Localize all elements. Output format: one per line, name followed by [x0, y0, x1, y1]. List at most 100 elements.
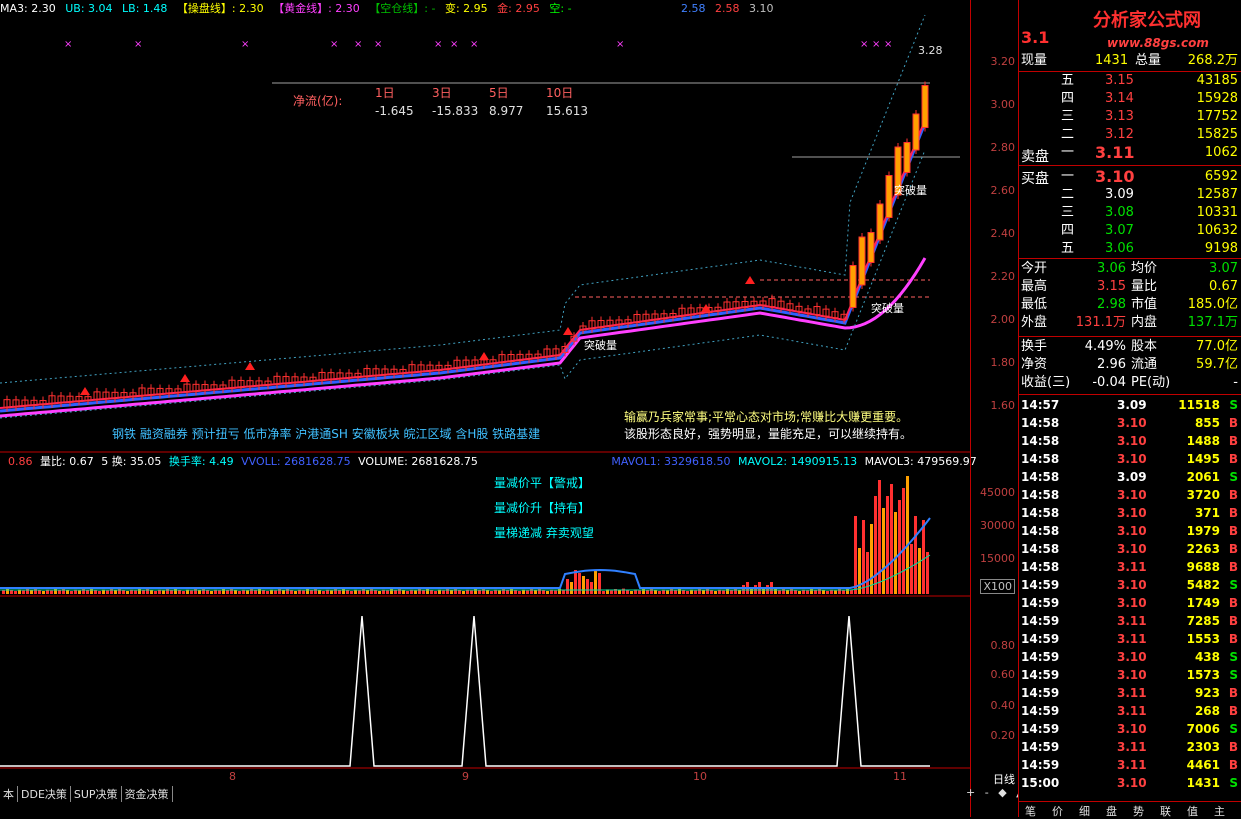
tick-price: 3.10 — [1117, 650, 1147, 664]
stat-label: 流通 — [1131, 357, 1158, 372]
ask-price: 3.13 — [1105, 109, 1134, 124]
candle-body — [849, 265, 857, 308]
tick-row[interactable]: 14:59 3.10 5482 S — [1019, 576, 1241, 594]
tick-side: B — [1228, 704, 1238, 718]
volume-bar — [906, 476, 909, 594]
tick-row[interactable]: 14:58 3.10 1979 B — [1019, 522, 1241, 540]
volume-bar — [910, 544, 913, 594]
tick-row[interactable]: 14:59 3.11 2303 B — [1019, 738, 1241, 756]
ask-row[interactable]: 四 3.14 15928 — [1019, 90, 1241, 108]
ask-row[interactable]: 一 3.11 1062 — [1019, 144, 1241, 162]
period-label[interactable]: 日线 — [993, 771, 1015, 787]
ask-row[interactable]: 二 3.12 15825 — [1019, 126, 1241, 144]
tick-row[interactable]: 14:59 3.11 923 B — [1019, 684, 1241, 702]
tick-price: 3.10 — [1117, 668, 1147, 682]
tick-row[interactable]: 14:59 3.10 438 S — [1019, 648, 1241, 666]
tick-row[interactable]: 14:58 3.09 2061 S — [1019, 468, 1241, 486]
stat-label: 外盘 — [1021, 315, 1048, 330]
ask-row[interactable]: 五 3.15 43185 — [1019, 72, 1241, 90]
comment-line-1: 输赢乃兵家常事;平常心态对市场;常赚比大赚更重要。 — [624, 410, 909, 424]
tab-fund[interactable]: 资金决策 — [122, 786, 173, 802]
zoom-out-button[interactable]: - — [985, 786, 989, 799]
high-price-label: 3.28 — [918, 44, 943, 57]
volume-bar — [922, 520, 925, 594]
tick-price: 3.10 — [1117, 452, 1147, 466]
tick-row[interactable]: 14:58 3.10 371 B — [1019, 504, 1241, 522]
volume-bar — [618, 590, 621, 594]
stat-value: -0.04 — [1092, 375, 1126, 390]
marker-cross: × — [450, 39, 458, 50]
tick-row[interactable]: 14:59 3.10 1749 B — [1019, 594, 1241, 612]
tick-row[interactable]: 14:58 3.11 9688 B — [1019, 558, 1241, 576]
indicator-tick: 0.20 — [990, 729, 1016, 742]
volume-bar — [666, 590, 669, 594]
candle-body — [858, 236, 866, 286]
tab-dde[interactable]: DDE决策 — [18, 786, 71, 802]
tick-row[interactable]: 14:59 3.11 7285 B — [1019, 612, 1241, 630]
tick-volume: 1573 — [1186, 668, 1220, 682]
tick-time: 14:58 — [1021, 560, 1060, 574]
tick-row[interactable]: 14:58 3.10 1495 B — [1019, 450, 1241, 468]
tick-row[interactable]: 14:59 3.11 268 B — [1019, 702, 1241, 720]
volume-bar — [6, 588, 9, 594]
tick-row[interactable]: 14:57 3.09 11518 S — [1019, 396, 1241, 414]
bottom-tab-bar: 本 DDE决策 SUP决策 资金决策 — [0, 786, 175, 802]
bid-row[interactable]: 五 3.06 9198 — [1019, 240, 1241, 258]
tick-side: S — [1229, 398, 1238, 412]
right-tab-bar: 笔价细盘势联值主 — [1019, 801, 1241, 818]
tick-side: B — [1228, 632, 1238, 646]
ask-row[interactable]: 三 3.13 17752 — [1019, 108, 1241, 126]
volume-bar — [722, 590, 725, 594]
kline-chart[interactable]: × × × × × × × × × × × × × — [0, 0, 970, 786]
bid-volume: 12587 — [1196, 187, 1238, 202]
marker-cross: × — [64, 39, 72, 50]
stat-label: PE(动) — [1131, 375, 1171, 390]
volume-bar — [902, 488, 905, 594]
tick-row[interactable]: 14:58 3.10 855 B — [1019, 414, 1241, 432]
tick-price: 3.11 — [1117, 758, 1147, 772]
tick-volume: 1979 — [1186, 524, 1220, 538]
tick-side: B — [1228, 614, 1238, 628]
tick-row[interactable]: 14:59 3.10 7006 S — [1019, 720, 1241, 738]
tick-row[interactable]: 14:59 3.11 4461 B — [1019, 756, 1241, 774]
flow-period-3: 3日 — [432, 86, 452, 100]
tick-row[interactable]: 14:59 3.10 1573 S — [1019, 666, 1241, 684]
volume-bar — [426, 588, 429, 594]
tick-side: S — [1229, 578, 1238, 592]
indicator-tick: 0.40 — [990, 699, 1016, 712]
tick-row[interactable]: 15:00 3.10 1431 S — [1019, 774, 1241, 792]
volume-bar — [538, 588, 541, 594]
zoom-in-button[interactable]: + — [966, 786, 975, 799]
bid-row[interactable]: 三 3.08 10331 — [1019, 204, 1241, 222]
volume-note-2: 量减价升【持有】 — [494, 501, 591, 515]
bid-row[interactable]: 一 3.10 6592 — [1019, 168, 1241, 186]
ask-price: 3.15 — [1105, 73, 1134, 88]
diamond-icon[interactable]: ◆ — [998, 786, 1006, 799]
volume-bar — [870, 524, 873, 594]
tick-row[interactable]: 14:59 3.11 1553 B — [1019, 630, 1241, 648]
tick-volume: 5482 — [1186, 578, 1220, 592]
tick-row[interactable]: 14:58 3.10 2263 B — [1019, 540, 1241, 558]
tick-volume: 371 — [1194, 506, 1220, 520]
tab-sup[interactable]: SUP决策 — [71, 786, 122, 802]
ask-price: 3.14 — [1105, 91, 1134, 106]
volume-bar — [694, 590, 697, 594]
marker-cross: × — [616, 39, 624, 50]
tab-ben[interactable]: 本 — [0, 786, 18, 802]
candle-body — [876, 203, 884, 241]
ask-volume: 17752 — [1196, 109, 1238, 124]
volume-bar — [442, 590, 445, 594]
bid-row[interactable]: 四 3.07 10632 — [1019, 222, 1241, 240]
volume-bar — [42, 591, 45, 594]
bid-row[interactable]: 二 3.09 12587 — [1019, 186, 1241, 204]
tick-price: 3.10 — [1117, 434, 1147, 448]
tick-time: 14:59 — [1021, 740, 1060, 754]
tick-side: S — [1229, 776, 1238, 790]
tick-row[interactable]: 14:58 3.10 3720 B — [1019, 486, 1241, 504]
tick-time: 14:59 — [1021, 632, 1060, 646]
bid-price: 3.09 — [1105, 187, 1134, 202]
stat-value: 4.49% — [1084, 339, 1126, 354]
tick-row[interactable]: 14:58 3.10 1488 B — [1019, 432, 1241, 450]
volume-bar — [534, 590, 537, 594]
volume-bar — [30, 590, 33, 594]
